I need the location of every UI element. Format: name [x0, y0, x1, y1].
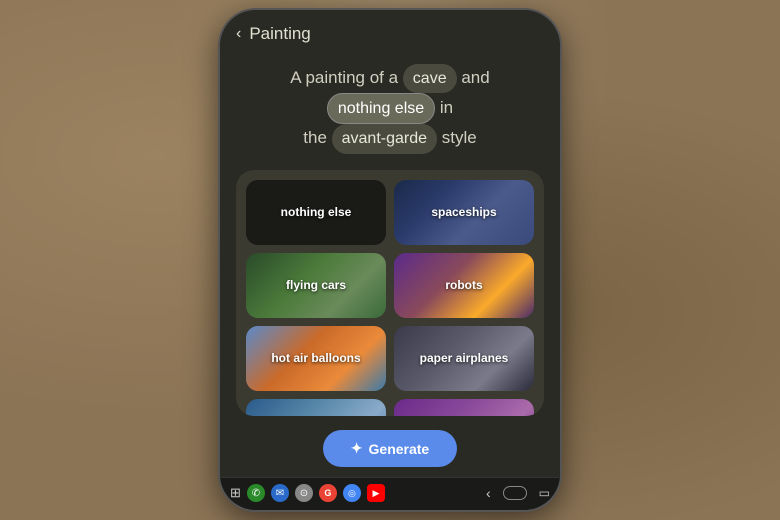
- prompt-phrase1: painting of a: [305, 68, 402, 87]
- system-nav-icons: ‹ ▭: [486, 485, 550, 501]
- phone-device: ‹ Painting A painting of a cave and noth…: [220, 10, 560, 510]
- grid-item-flying-cars[interactable]: flying cars: [246, 253, 386, 318]
- home-nav-button[interactable]: [503, 486, 527, 500]
- prompt-chip-cave[interactable]: cave: [403, 64, 457, 93]
- prompt-prefix: A: [290, 68, 300, 87]
- back-nav-button[interactable]: ‹: [486, 485, 491, 501]
- prompt-connector1: and: [461, 68, 489, 87]
- grid-item-nothing-else[interactable]: nothing else: [246, 180, 386, 245]
- prompt-connector2: in: [440, 98, 453, 117]
- youtube-icon[interactable]: ▶: [367, 484, 385, 502]
- generate-button-label: Generate: [369, 441, 430, 457]
- grid-item-spaceships[interactable]: spaceships: [394, 180, 534, 245]
- prompt-area: A painting of a cave and nothing else in…: [220, 52, 560, 166]
- grid-nav-icon[interactable]: ⊞: [230, 485, 241, 501]
- grid-item-label-robots: robots: [445, 278, 482, 292]
- grid-item-hot-air-balloons[interactable]: hot air balloons: [246, 326, 386, 391]
- generate-button[interactable]: ✦ Generate: [323, 430, 457, 467]
- prompt-connector3: the: [303, 128, 331, 147]
- grid-item-label-paper-airplanes: paper airplanes: [420, 351, 509, 365]
- app-tray-icons: ⊞ ✆ ✉ ⊙ G ◎ ▶: [230, 484, 486, 502]
- camera-icon[interactable]: ⊙: [295, 484, 313, 502]
- prompt-chip-nothing-else[interactable]: nothing else: [327, 93, 435, 124]
- recents-nav-button[interactable]: ▭: [539, 486, 550, 500]
- prompt-chip-style[interactable]: avant-garde: [332, 124, 437, 153]
- phone-screen: ‹ Painting A painting of a cave and noth…: [220, 10, 560, 510]
- grid-item-paper-airplanes[interactable]: paper airplanes: [394, 326, 534, 391]
- grid-item-label-nothing-else: nothing else: [281, 205, 352, 219]
- generate-button-wrapper: ✦ Generate: [220, 424, 560, 477]
- grid-item-label-hot-air-balloons: hot air balloons: [271, 351, 360, 365]
- prompt-line-2: the avant-garde style: [244, 124, 536, 153]
- bottom-navigation-bar: ⊞ ✆ ✉ ⊙ G ◎ ▶ ‹ ▭: [220, 477, 560, 510]
- google-icon[interactable]: G: [319, 484, 337, 502]
- prompt-line-1: A painting of a cave and nothing else in: [244, 64, 536, 124]
- grid-item-label-spaceships: spaceships: [431, 205, 496, 219]
- messages-icon[interactable]: ✉: [271, 484, 289, 502]
- spark-icon: ✦: [351, 440, 363, 457]
- grid-item-parachutes[interactable]: parachutes: [246, 399, 386, 416]
- back-button[interactable]: ‹: [236, 25, 241, 43]
- grid-item-robots[interactable]: robots: [394, 253, 534, 318]
- header: ‹ Painting: [220, 10, 560, 52]
- grid-item-label-flying-cars: flying cars: [286, 278, 346, 292]
- phone-icon[interactable]: ✆: [247, 484, 265, 502]
- page-title: Painting: [249, 24, 310, 44]
- suggestions-grid: nothing else spaceships flying cars robo…: [246, 180, 534, 416]
- grid-item-unicorns[interactable]: unicorns: [394, 399, 534, 416]
- maps-icon[interactable]: ◎: [343, 484, 361, 502]
- suggestions-grid-container: nothing else spaceships flying cars robo…: [236, 170, 544, 416]
- prompt-suffix: style: [442, 128, 477, 147]
